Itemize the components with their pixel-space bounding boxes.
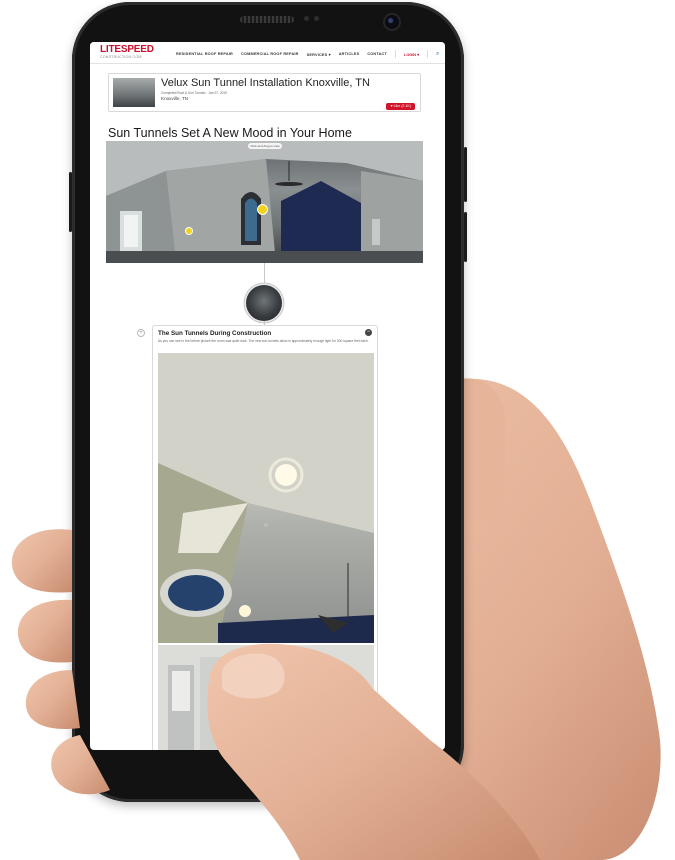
lg-circle-icon: ◑ <box>240 761 260 781</box>
nav-login[interactable]: LOGIN ▾ <box>404 52 419 57</box>
nav-commercial-roof-repair[interactable]: COMMERCIAL ROOF REPAIR <box>241 52 299 56</box>
logo-subtext: CONSTRUCTION.COM <box>100 55 142 59</box>
hotspot-marker[interactable] <box>258 205 267 214</box>
listing-meta: Completed Roof & Sun Tunnels · Jan 07, 2… <box>161 91 227 95</box>
timeline-line <box>264 263 265 285</box>
listing-location: Knoxville, TN <box>161 96 188 101</box>
proximity-sensor <box>304 16 309 21</box>
listing-thumbnail[interactable] <box>113 78 155 107</box>
nav-services[interactable]: SERVICES ▾ <box>307 52 331 57</box>
front-camera <box>385 15 399 29</box>
earpiece-speaker <box>240 16 294 23</box>
panorama-viewer[interactable]: Click and drag to view <box>106 141 423 263</box>
lg-logo-text: LG <box>264 760 292 782</box>
phone-screen: LITESPEED CONSTRUCTION.COM RESIDENTIAL R… <box>90 42 445 750</box>
construction-card: The Sun Tunnels During Construction − As… <box>152 325 378 750</box>
nav-divider <box>395 50 397 58</box>
site-logo[interactable]: LITESPEED CONSTRUCTION.COM <box>100 45 154 60</box>
card-description: As you can see in the before picture the… <box>158 339 369 343</box>
nav-articles[interactable]: ARTICLES <box>339 52 360 56</box>
construction-photo-2-scene <box>158 645 374 750</box>
panorama-hint: Click and drag to view <box>248 143 282 149</box>
search-icon[interactable]: ⌕ <box>436 51 439 58</box>
timeline-node-thumbnail[interactable] <box>246 285 282 321</box>
card-title: The Sun Tunnels During Construction <box>158 330 272 337</box>
hotspot-marker[interactable] <box>186 228 192 234</box>
lg-logo: LG ◑ <box>240 760 292 782</box>
nav-residential-roof-repair[interactable]: RESIDENTIAL ROOF REPAIR <box>176 52 233 56</box>
panorama-scene <box>106 141 423 263</box>
light-sensor <box>314 16 319 21</box>
section-heading: Sun Tunnels Set A New Mood in Your Home <box>108 126 352 140</box>
construction-photo[interactable] <box>158 353 374 643</box>
collapse-minus-icon[interactable]: − <box>365 329 372 336</box>
phone-device: LITESPEED CONSTRUCTION.COM RESIDENTIAL R… <box>69 2 467 802</box>
construction-photo-scene <box>158 353 374 643</box>
like-button[interactable]: ♥ Like (2.1K) <box>386 103 415 110</box>
logo-text: LITESPEED <box>100 44 154 55</box>
nav-menu: RESIDENTIAL ROOF REPAIR COMMERCIAL ROOF … <box>176 50 439 58</box>
side-button <box>464 212 467 262</box>
power-button <box>464 147 467 202</box>
site-navbar: LITESPEED CONSTRUCTION.COM RESIDENTIAL R… <box>90 42 445 64</box>
listing-header: Velux Sun Tunnel Installation Knoxville,… <box>108 73 421 112</box>
listing-title: Velux Sun Tunnel Installation Knoxville,… <box>161 77 370 89</box>
volume-button <box>69 172 72 232</box>
nav-divider <box>427 50 428 58</box>
construction-photo-2[interactable] <box>158 645 374 750</box>
nav-contact[interactable]: CONTACT <box>367 52 387 56</box>
expand-plus-icon[interactable]: + <box>137 329 145 337</box>
